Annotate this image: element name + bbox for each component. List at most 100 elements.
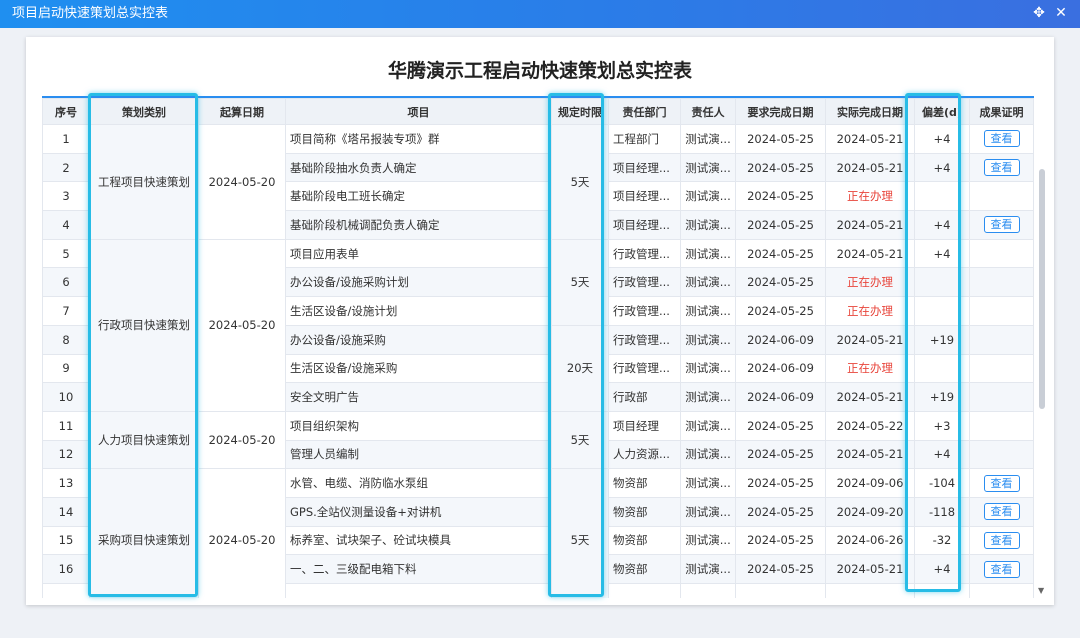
due-date-cell: 2024-05-25 <box>735 496 826 527</box>
due-date-cell: 2024-05-25 <box>735 152 826 183</box>
due-date-cell: 2024-05-25 <box>735 210 826 240</box>
done-date-cell: 正在办理 <box>825 181 915 212</box>
table-row: 11 人力项目快速策划 2024-05-20 项目组织架构 5天 项目经理 测试演... 20… <box>42 410 1034 470</box>
col-header-dept: 责任部门 <box>608 98 681 125</box>
window-title: 项目启动快速策划总实控表 <box>12 6 169 21</box>
col-header-due-date: 要求完成日期 <box>735 98 826 125</box>
owner-cell: 测试演... <box>680 238 736 269</box>
item-cell: GPS.全站仪测量设备+对讲机 <box>285 496 552 527</box>
row-no: 11 <box>42 410 90 441</box>
view-proof-button[interactable]: 查看 <box>983 560 1020 578</box>
item-cell: 办公设备/设施采购 <box>285 324 552 355</box>
table-row: 5 行政项目快速策划 2024-05-20 项目应用表单 5天 行政管理... 测试演...… <box>42 238 1034 412</box>
item-cell: 基础阶段抽水负责人确定 <box>285 152 552 183</box>
dept-cell: 行政管理... <box>608 353 681 384</box>
due-date-cell: 2024-05-25 <box>735 181 826 212</box>
row-no: 16 <box>42 554 90 584</box>
vertical-scrollbar[interactable]: ▼ <box>1038 97 1046 595</box>
content-panel: 华腾演示工程启动快速策划总实控表 序号 策划类别 起算日期 项目 规定时限 责任… <box>26 37 1054 605</box>
deviation-cell: +4 <box>914 152 970 183</box>
time-limit-cell: 5天 <box>551 124 609 240</box>
owner-cell: 测试演... <box>680 525 736 556</box>
deviation-cell: +4 <box>914 554 970 584</box>
proof-cell: 查看 <box>969 468 1034 498</box>
view-proof-button[interactable]: 查看 <box>983 159 1020 177</box>
proof-cell <box>969 410 1034 441</box>
proof-cell <box>969 382 1034 412</box>
scroll-down-icon[interactable]: ▼ <box>1038 586 1044 595</box>
due-date-cell: 2024-05-25 <box>735 296 826 326</box>
row-no: 7 <box>42 296 90 326</box>
col-header-owner: 责任人 <box>680 98 736 125</box>
dept-cell: 人力资源... <box>608 439 681 470</box>
view-proof-button[interactable]: 查看 <box>983 531 1020 549</box>
done-date-cell: 正在办理 <box>825 296 915 326</box>
start-date-cell: 2024-05-20 <box>198 124 286 240</box>
move-icon[interactable]: ✥ <box>1030 4 1048 22</box>
time-limit-cell: 5天 <box>551 410 609 470</box>
item-cell: 生活区设备/设施计划 <box>285 296 552 326</box>
view-proof-button[interactable]: 查看 <box>983 130 1020 148</box>
proof-cell: 查看 <box>969 525 1034 556</box>
category-cell: 工程项目快速策划 <box>89 124 199 240</box>
done-date-cell: 2024-09-20 <box>825 496 915 527</box>
proof-cell: 查看 <box>969 496 1034 527</box>
scrollbar-thumb[interactable] <box>1039 169 1045 409</box>
dept-cell: 项目经理... <box>608 152 681 183</box>
due-date-cell: 2024-05-25 <box>735 439 826 470</box>
dept-cell: 项目经理... <box>608 210 681 240</box>
proof-cell <box>969 439 1034 470</box>
window-titlebar: 项目启动快速策划总实控表 ✥ ✕ <box>0 0 1080 28</box>
due-date-cell: 2024-06-09 <box>735 324 826 355</box>
item-cell: 办公设备/设施采购计划 <box>285 267 552 298</box>
proof-cell <box>969 296 1034 326</box>
proof-cell: 查看 <box>969 152 1034 183</box>
proof-cell: 查看 <box>969 124 1034 154</box>
table-row: 1 工程项目快速策划 2024-05-20 项目简称《塔吊报装专项》群 5天 工程部门 测试… <box>42 124 1034 240</box>
item-cell: 基础阶段电工班长确定 <box>285 181 552 212</box>
done-date-cell: 2024-05-21 <box>825 210 915 240</box>
done-date-cell: 2024-05-22 <box>825 410 915 441</box>
dept-cell: 行政管理... <box>608 324 681 355</box>
dept-cell: 行政管理... <box>608 296 681 326</box>
proof-cell: 查看 <box>969 210 1034 240</box>
proof-cell: 查看 <box>969 554 1034 584</box>
owner-cell: 测试演... <box>680 267 736 298</box>
owner-cell: 测试演... <box>680 439 736 470</box>
col-header-time-limit: 规定时限 <box>551 98 609 125</box>
row-no: 5 <box>42 238 90 269</box>
view-proof-button[interactable]: 查看 <box>983 503 1020 521</box>
dept-cell: 行政部 <box>608 382 681 412</box>
view-proof-button[interactable]: 查看 <box>983 474 1020 492</box>
done-date-cell: 正在办理 <box>825 353 915 384</box>
table-container: 序号 策划类别 起算日期 项目 规定时限 责任部门 责任人 要求完成日期 实际完… <box>42 96 1034 598</box>
due-date-cell: 2024-05-25 <box>735 525 826 556</box>
proof-cell <box>969 267 1034 298</box>
view-proof-button[interactable]: 查看 <box>983 216 1020 234</box>
owner-cell: 测试演... <box>680 181 736 212</box>
dept-cell: 物资部 <box>608 496 681 527</box>
dept-cell: 工程部门 <box>608 124 681 154</box>
deviation-cell <box>914 296 970 326</box>
deviation-cell <box>914 353 970 384</box>
proof-cell <box>969 353 1034 384</box>
col-header-proof: 成果证明 <box>969 98 1034 125</box>
category-cell: 采购项目快速策划 <box>89 468 199 598</box>
item-cell: 基础阶段机械调配负责人确定 <box>285 210 552 240</box>
row-no: 10 <box>42 382 90 412</box>
deviation-cell: +4 <box>914 210 970 240</box>
due-date-cell: 2024-05-25 <box>735 554 826 584</box>
owner-cell: 测试演... <box>680 124 736 154</box>
dept-cell: 物资部 <box>608 468 681 498</box>
done-date-cell: 2024-09-06 <box>825 468 915 498</box>
start-date-cell <box>608 583 681 598</box>
due-date-cell <box>969 583 1034 598</box>
owner-cell <box>914 583 970 598</box>
close-icon[interactable]: ✕ <box>1052 4 1070 22</box>
col-header-item: 项目 <box>285 98 552 125</box>
table-row: 13 采购项目快速策划 2024-05-20 水管、电缆、消防临水泵组 5天 物资部 测试演… <box>42 468 1034 598</box>
due-date-cell: 2024-06-09 <box>735 353 826 384</box>
owner-cell: 测试演... <box>680 410 736 441</box>
item-cell: 安全文明广告 <box>285 382 552 412</box>
dept-cell: 行政管理... <box>608 267 681 298</box>
